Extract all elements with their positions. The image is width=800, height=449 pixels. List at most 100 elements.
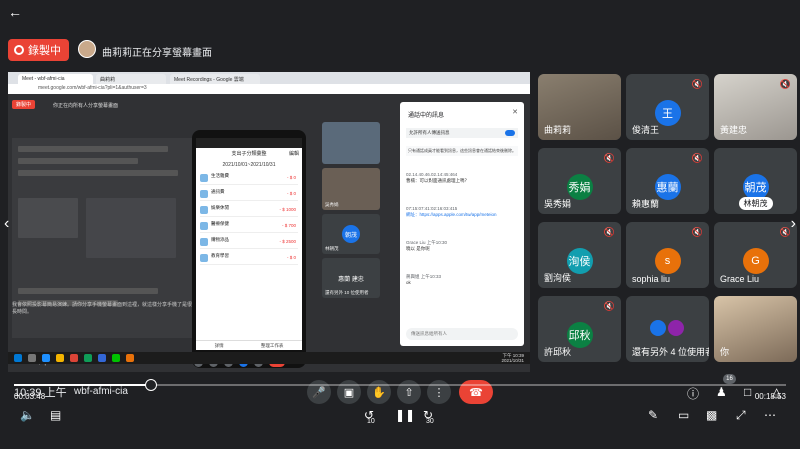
- expense-name: 通訊費: [211, 189, 225, 194]
- chat-input[interactable]: 傳送訊息給所有人: [406, 328, 518, 340]
- expense-amount: - $ 0: [286, 191, 296, 196]
- phone-edit-link: 編輯: [288, 151, 299, 157]
- participant-tile[interactable]: 邱秋 🔇 許邱秋: [538, 296, 621, 362]
- participant-tile[interactable]: 還有另外 4 位使用者: [626, 296, 709, 362]
- participant-tile[interactable]: 🔇 黃建忠: [714, 74, 797, 140]
- participant-name: 吳秀娟: [544, 199, 572, 209]
- hand-icon: ✋: [372, 386, 386, 399]
- mic-off-icon: 🔇: [603, 227, 615, 237]
- mic-off-icon: 🔇: [691, 227, 703, 237]
- expense-name: 娛樂休閒: [211, 205, 229, 210]
- participant-name: 許邱秋: [544, 347, 572, 357]
- inner-recording-badge: 錄製中: [12, 100, 36, 109]
- seek-handle[interactable]: [145, 379, 157, 391]
- url-text: meet.google.com/wbf-afmi-cia?pli=1&authu…: [38, 85, 147, 91]
- close-icon[interactable]: ✕: [512, 108, 518, 116]
- mic-off-icon: 🔇: [691, 79, 703, 89]
- participant-tile[interactable]: 洵侯 🔇 劉洵侯: [538, 222, 621, 288]
- start-icon: [14, 354, 22, 362]
- chat-message: 02.14.40.46.02.14:45:464 曹楠：可以對面通訊處理上嗎？: [406, 172, 518, 184]
- taskbar-icon: [112, 354, 120, 362]
- exit-fullscreen-icon[interactable]: ⤢: [736, 408, 746, 423]
- group-avatar: [668, 320, 684, 336]
- chat-message: Grace Liu 上午10:30 曉以 是你呢: [406, 240, 518, 252]
- phone-tab-bar: 詳情 整理工作表: [196, 340, 302, 350]
- category-icon: [200, 190, 208, 198]
- category-icon: [200, 174, 208, 182]
- more-horiz-icon[interactable]: ⋯: [764, 408, 776, 422]
- shared-screen: Meet - wbf-afmi-cia 曲莉莉 Meet Recordings …: [8, 72, 530, 372]
- meet-code: wbf-afmi-cia: [74, 386, 128, 397]
- participant-tile[interactable]: 秀娟 🔇 吳秀娟: [538, 148, 621, 214]
- expense-name: 教育學習: [211, 253, 229, 258]
- subtitles-icon[interactable]: ▤: [50, 408, 61, 422]
- phone-hangup-icon: ☎: [469, 386, 483, 399]
- desktop-row: [18, 288, 158, 294]
- participant-tile[interactable]: 你: [714, 296, 797, 362]
- expense-name: 生活雜費: [211, 173, 229, 178]
- participant-name: 林朝茂: [738, 197, 773, 210]
- category-icon: [200, 238, 208, 246]
- desktop-row: [18, 170, 178, 176]
- cast-icon[interactable]: ▩: [706, 408, 717, 422]
- taskbar-icon: [28, 354, 36, 362]
- chevron-left-icon[interactable]: ‹: [4, 215, 9, 233]
- chat-message: 07:15:07:41:02:16:03:415 網址：https://apps.…: [406, 206, 518, 218]
- taskbar-icon: [70, 354, 78, 362]
- inner-meet-view: 錄製中 你正在向所有人分享螢幕畫面 我會依照投影幕簡易演練。請你分享手機螢幕畫面…: [8, 94, 530, 372]
- participant-name: 你: [720, 347, 730, 357]
- browser-address-bar: meet.google.com/wbf-afmi-cia?pli=1&authu…: [8, 84, 530, 94]
- taskbar-icon: [126, 354, 134, 362]
- chevron-right-icon[interactable]: ›: [791, 215, 796, 233]
- theater-mode-icon[interactable]: ▭: [678, 408, 689, 422]
- chat-panel: 通話中的訊息 ✕ 允許所有人傳送訊息 只有通話成員才能看到訊息，這些訊息會在通話…: [400, 102, 524, 346]
- chat-message: 蔣興姐 上午10:33 ok: [406, 274, 518, 286]
- phone-date-range: 2021/10/01~2021/10/31: [222, 162, 276, 168]
- participant-name: sophia liu: [632, 274, 671, 284]
- inner-tile-label: 吳秀娟: [325, 202, 339, 207]
- elapsed-time: 00:03:48: [14, 392, 46, 401]
- chat-permission-toggle[interactable]: [505, 130, 515, 136]
- inner-tile: 惠蘭 建忠 還有另外 10 位使用者: [322, 258, 380, 298]
- taskbar-clock: 下午 10:39 2021/10/31: [501, 353, 524, 363]
- chat-title: 通話中的訊息: [408, 113, 445, 119]
- participant-tile[interactable]: 王 🔇 俊清王: [626, 74, 709, 140]
- category-icon: [200, 254, 208, 262]
- desktop-row: [18, 158, 138, 164]
- seek-bar-fill: [14, 384, 151, 386]
- expense-amount: - $ 1000: [279, 207, 296, 212]
- info-icon[interactable]: ⓘ: [687, 385, 699, 402]
- phone-tab-detail: 詳情: [214, 342, 224, 348]
- chat-message-body: 曹楠：可以對面通訊處理上嗎？: [406, 178, 469, 183]
- chat-icon[interactable]: □: [744, 385, 751, 399]
- expense-amount: - $ 0: [286, 175, 296, 180]
- category-icon: [200, 206, 208, 214]
- expense-amount: - $ 2500: [279, 239, 296, 244]
- volume-icon[interactable]: 🔈: [20, 408, 35, 422]
- phone-status-bar: [196, 138, 302, 148]
- chat-note: 只有通話成員才能看到訊息，這些訊息會在通話結束後刪除。: [406, 146, 518, 156]
- phone-expense-row: 醫療保健 - $ 700: [200, 220, 298, 233]
- phone-screen-share: 支出子分類彙整 編輯 2021/10/01~2021/10/31 生活雜費 - $…: [192, 130, 306, 368]
- back-arrow-icon[interactable]: ←: [8, 3, 26, 21]
- chat-permission-row: 允許所有人傳送訊息: [406, 128, 518, 138]
- pause-icon[interactable]: ❚❚: [395, 408, 415, 422]
- camera-icon: ▣: [343, 386, 355, 399]
- participant-tile[interactable]: 朝茂 林朝茂: [714, 148, 797, 214]
- participant-tile[interactable]: 曲莉莉: [538, 74, 621, 140]
- expense-name: 購物添品: [211, 237, 229, 242]
- participant-tile[interactable]: 惠蘭 🔇 賴惠蘭: [626, 148, 709, 214]
- taskbar-icon: [42, 354, 50, 362]
- people-icon[interactable]: ♟: [716, 385, 727, 399]
- phone-tab-sheet: 整理工作表: [260, 342, 284, 348]
- participant-name: 曲莉莉: [544, 125, 572, 135]
- phone-expense-row: 教育學習 - $ 0: [200, 252, 298, 265]
- chat-message-body: 曉以 是你呢: [406, 246, 430, 251]
- participant-tile[interactable]: G 🔇 Grace Liu: [714, 222, 797, 288]
- mic-off-icon: 🔇: [603, 153, 615, 163]
- edit-icon[interactable]: ✎: [648, 408, 658, 422]
- seek-bar[interactable]: [14, 379, 786, 391]
- participant-tile[interactable]: s 🔇 sophia liu: [626, 222, 709, 288]
- forward-seconds: 30: [426, 418, 434, 425]
- expense-amount: - $ 700: [281, 223, 296, 228]
